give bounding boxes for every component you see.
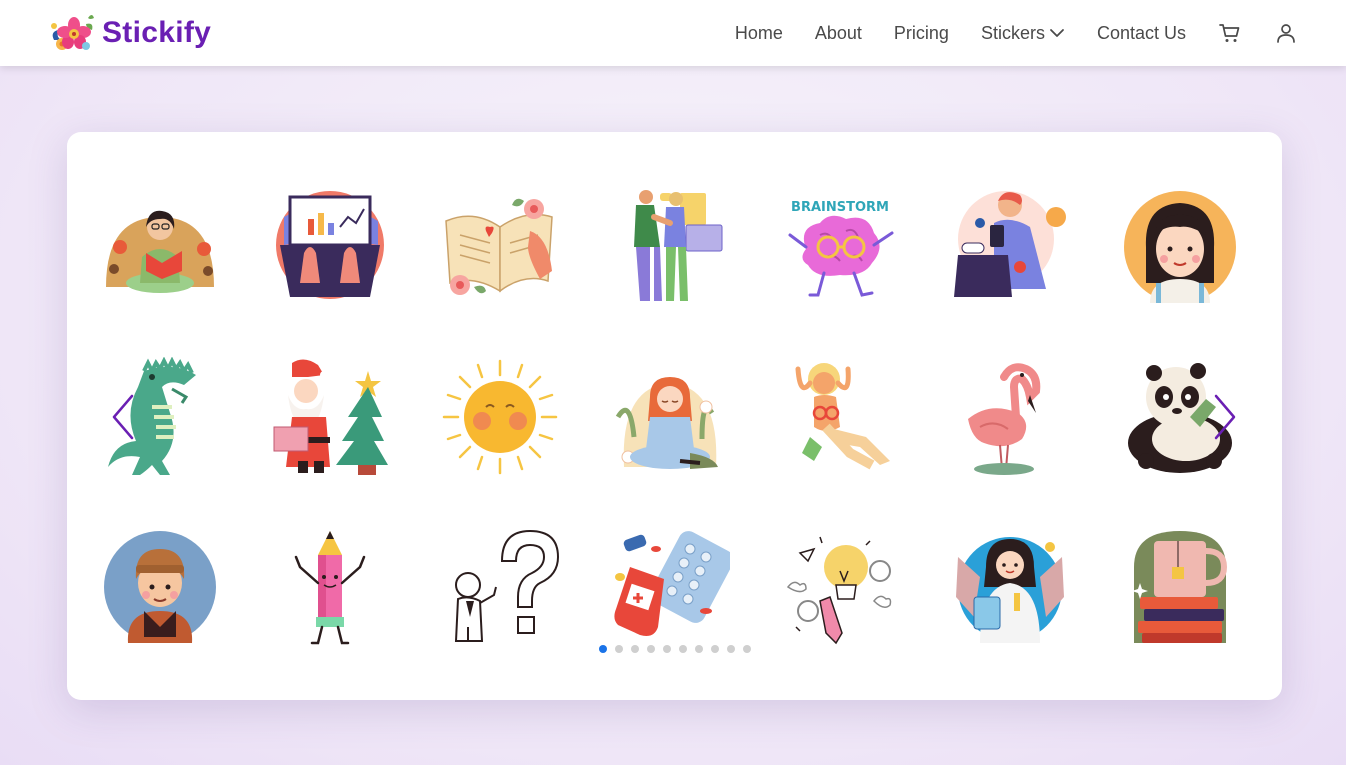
chevron-down-icon	[1050, 29, 1064, 37]
chevron-right-icon[interactable]	[1210, 392, 1240, 442]
meditating-girl-sticker[interactable]	[610, 357, 730, 477]
laptop-hands-sticker[interactable]	[270, 187, 390, 307]
carousel-dot[interactable]	[663, 645, 671, 653]
relaxing-woman-sticker[interactable]	[780, 357, 900, 477]
boy-avatar-sticker[interactable]	[100, 527, 220, 647]
carousel-dot[interactable]	[711, 645, 719, 653]
carousel-dot[interactable]	[679, 645, 687, 653]
phone-laptop-man-sticker[interactable]	[950, 187, 1070, 307]
santa-tree-sticker[interactable]	[270, 357, 390, 477]
carousel-dot[interactable]	[599, 645, 607, 653]
carousel-pagination	[599, 645, 759, 653]
navbar: Stickify Home About Pricing Stickers Con…	[0, 0, 1346, 66]
nav-about[interactable]: About	[815, 23, 862, 44]
carousel-dot[interactable]	[631, 645, 639, 653]
nav-stickers-dropdown[interactable]: Stickers	[981, 23, 1065, 44]
chevron-left-icon[interactable]	[108, 392, 138, 442]
handshake-business-sticker[interactable]	[610, 187, 730, 307]
reading-girl-sticker[interactable]	[100, 187, 220, 307]
pencil-character-sticker[interactable]	[270, 527, 390, 647]
open-book-flowers-sticker[interactable]	[440, 187, 560, 307]
nav-pricing[interactable]: Pricing	[894, 23, 949, 44]
brand-name: Stickify	[102, 16, 212, 49]
books-mug-sticker[interactable]	[1120, 527, 1240, 647]
flower-logo-icon	[51, 15, 94, 50]
medicine-pills-sticker[interactable]	[610, 527, 730, 647]
nav-home[interactable]: Home	[735, 23, 783, 44]
sticker-carousel: BRAINSTORM	[67, 132, 1282, 700]
flamingo-sticker[interactable]	[950, 357, 1070, 477]
carousel-dot[interactable]	[615, 645, 623, 653]
brainstorm-brain-sticker[interactable]: BRAINSTORM	[780, 187, 900, 307]
carousel-dot[interactable]	[727, 645, 735, 653]
scientist-woman-sticker[interactable]	[950, 527, 1070, 647]
nav-stickers-label: Stickers	[980, 22, 1045, 43]
lightbulb-idea-sticker[interactable]	[780, 527, 900, 647]
cart-icon[interactable]	[1218, 21, 1242, 45]
user-icon[interactable]	[1274, 21, 1298, 45]
girl-avatar-sticker[interactable]	[1120, 187, 1240, 307]
nav-contact[interactable]: Contact Us	[1097, 23, 1186, 44]
brand[interactable]: Stickify	[48, 10, 211, 56]
carousel-dot[interactable]	[695, 645, 703, 653]
sticker-grid: BRAINSTORM	[100, 187, 1250, 647]
carousel-dot[interactable]	[647, 645, 655, 653]
sun-sticker[interactable]	[440, 357, 560, 477]
carousel-dot[interactable]	[743, 645, 751, 653]
question-mark-sticker[interactable]	[440, 527, 560, 647]
brainstorm-text: BRAINSTORM	[791, 200, 889, 215]
nav-links: Home About Pricing Stickers Contact Us	[735, 0, 1298, 66]
